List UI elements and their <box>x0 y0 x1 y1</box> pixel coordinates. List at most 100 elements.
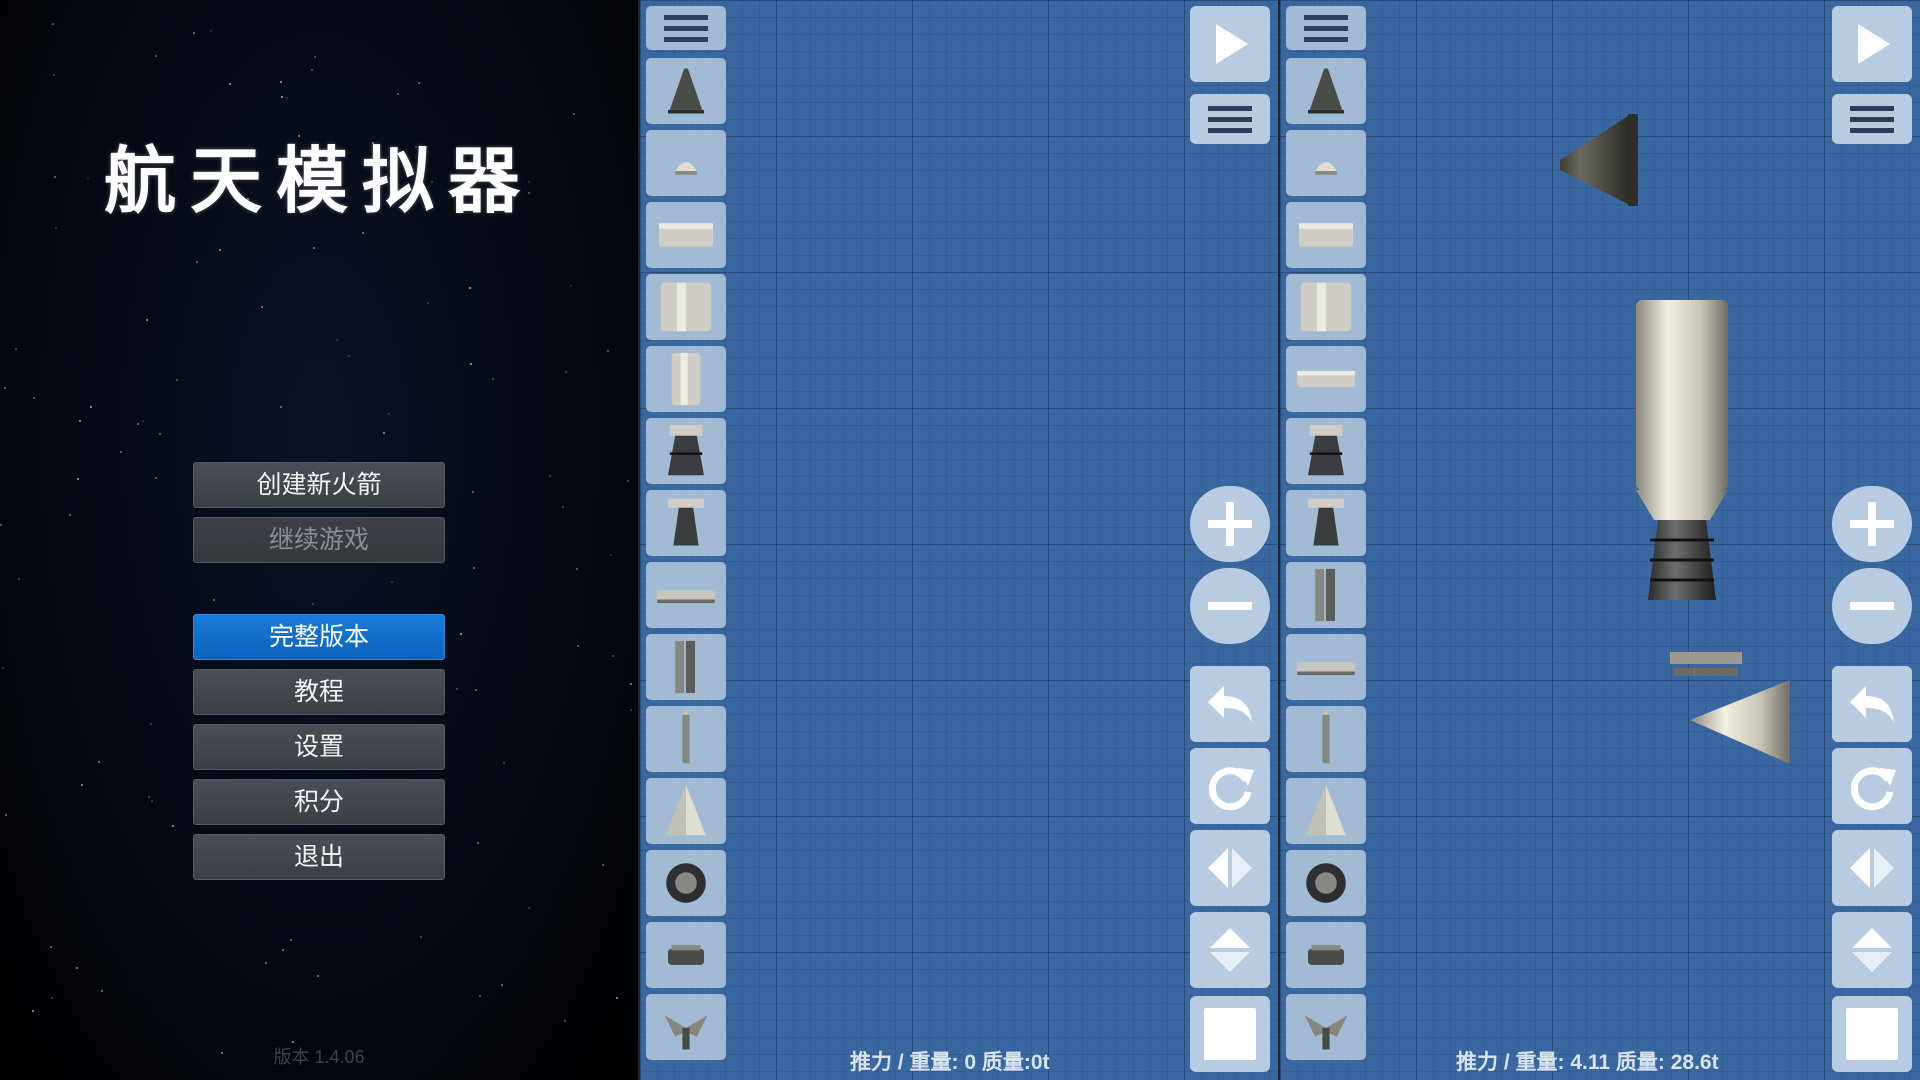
part-button-docking-port[interactable] <box>646 922 726 988</box>
star <box>528 907 531 910</box>
fuel-tank-large-icon <box>1300 282 1352 332</box>
engine-small-icon <box>1308 498 1344 546</box>
star <box>280 96 283 99</box>
engine-large-icon <box>1308 424 1344 476</box>
part-button-wheel[interactable] <box>1286 850 1366 916</box>
play-icon <box>1858 24 1890 64</box>
star <box>311 603 314 606</box>
full-version-button[interactable]: 完整版本 <box>193 614 445 660</box>
placed-fuel-tank[interactable] <box>1636 300 1728 520</box>
strut-icon <box>682 709 690 764</box>
part-button-fuel-tank-small[interactable] <box>646 202 726 268</box>
star <box>52 73 55 76</box>
part-button-probe[interactable] <box>1286 130 1366 196</box>
part-button-side-separator[interactable] <box>646 634 726 700</box>
star <box>500 984 503 987</box>
launch-button[interactable] <box>1832 6 1912 82</box>
part-button-fuel-tank-flat[interactable] <box>1286 346 1366 412</box>
part-button-strut[interactable] <box>646 706 726 772</box>
hamburger-icon <box>1208 103 1252 136</box>
part-button-side-separator[interactable] <box>1286 562 1366 628</box>
part-button-docking-port[interactable] <box>1286 922 1366 988</box>
star <box>475 688 478 691</box>
exit-button[interactable]: 退出 <box>193 834 445 880</box>
flip-vertical-button[interactable] <box>1832 912 1912 988</box>
star <box>570 284 573 287</box>
star <box>50 996 53 999</box>
part-button-fuel-tank-tall[interactable] <box>646 346 726 412</box>
flip-horizontal-button[interactable] <box>1190 830 1270 906</box>
part-button-engine-large[interactable] <box>646 418 726 484</box>
flip-vertical-button[interactable] <box>1190 912 1270 988</box>
square-icon <box>1204 1008 1256 1060</box>
options-menu-button[interactable] <box>1190 94 1270 144</box>
minus-icon <box>1850 602 1894 610</box>
parts-menu-button[interactable] <box>646 6 726 50</box>
version-label: 版本 1.4.06 <box>273 1047 365 1067</box>
settings-button[interactable]: 设置 <box>193 724 445 770</box>
zoom-in-button[interactable] <box>1190 486 1270 562</box>
part-button-wheel[interactable] <box>646 850 726 916</box>
zoom-in-button[interactable] <box>1832 486 1912 562</box>
part-button-parachute[interactable] <box>646 994 726 1060</box>
part-button-nose-cone[interactable] <box>1286 778 1366 844</box>
part-button-engine-small[interactable] <box>646 490 726 556</box>
part-button-parachute[interactable] <box>1286 994 1366 1060</box>
build-screen-rocket[interactable]: 推力 / 重量: 4.11 质量: 28.6t <box>1280 0 1920 1080</box>
star <box>120 451 123 454</box>
part-button-probe[interactable] <box>646 130 726 196</box>
tutorial-button[interactable]: 教程 <box>193 669 445 715</box>
thrust-mass-stats: 推力 / 重量: 0 质量:0t <box>850 1051 1050 1074</box>
stage-button[interactable] <box>1832 996 1912 1072</box>
part-button-separator[interactable] <box>646 562 726 628</box>
stage-button[interactable] <box>1190 996 1270 1072</box>
undo-icon <box>1850 686 1894 722</box>
placed-capsule[interactable] <box>1560 114 1638 206</box>
star <box>31 1010 34 1013</box>
star <box>383 432 386 435</box>
star <box>629 708 632 711</box>
square-icon <box>1846 1008 1898 1060</box>
part-button-capsule[interactable] <box>1286 58 1366 124</box>
part-button-engine-small[interactable] <box>1286 490 1366 556</box>
rotate-button[interactable] <box>1832 748 1912 824</box>
star <box>335 338 338 341</box>
credits-button[interactable]: 积分 <box>193 779 445 825</box>
build-screen-empty[interactable]: 推力 / 重量: 0 质量:0t <box>640 0 1278 1080</box>
options-menu-button[interactable] <box>1832 94 1912 144</box>
part-button-fuel-tank-large[interactable] <box>1286 274 1366 340</box>
part-button-fuel-tank-small[interactable] <box>1286 202 1366 268</box>
star <box>265 962 268 965</box>
placed-engine[interactable] <box>1648 520 1716 600</box>
undo-button[interactable] <box>1190 666 1270 742</box>
star <box>175 379 178 382</box>
launch-button[interactable] <box>1190 6 1270 82</box>
parts-menu-button[interactable] <box>1286 6 1366 50</box>
zoom-out-button[interactable] <box>1190 568 1270 644</box>
rotate-button[interactable] <box>1190 748 1270 824</box>
part-button-fuel-tank-large[interactable] <box>646 274 726 340</box>
star <box>601 863 604 866</box>
zoom-out-button[interactable] <box>1832 568 1912 644</box>
star <box>149 723 152 726</box>
star <box>471 490 474 493</box>
part-button-nose-cone[interactable] <box>646 778 726 844</box>
part-button-engine-large[interactable] <box>1286 418 1366 484</box>
star <box>261 306 264 309</box>
fuel-tank-small-icon <box>1299 223 1353 247</box>
undo-button[interactable] <box>1832 666 1912 742</box>
flip-horizontal-button[interactable] <box>1832 830 1912 906</box>
star <box>4 387 7 390</box>
part-button-strut[interactable] <box>1286 706 1366 772</box>
placed-separator[interactable] <box>1670 652 1742 676</box>
continue-game-button[interactable]: 继续游戏 <box>193 517 445 563</box>
flip-vertical-icon <box>1210 928 1250 972</box>
star <box>101 990 104 993</box>
create-rocket-button[interactable]: 创建新火箭 <box>193 462 445 508</box>
part-button-capsule[interactable] <box>646 58 726 124</box>
part-button-separator[interactable] <box>1286 634 1366 700</box>
star <box>626 479 629 482</box>
plus-icon <box>1208 502 1252 546</box>
star <box>572 112 575 115</box>
placed-nose-cone[interactable] <box>1690 680 1790 764</box>
